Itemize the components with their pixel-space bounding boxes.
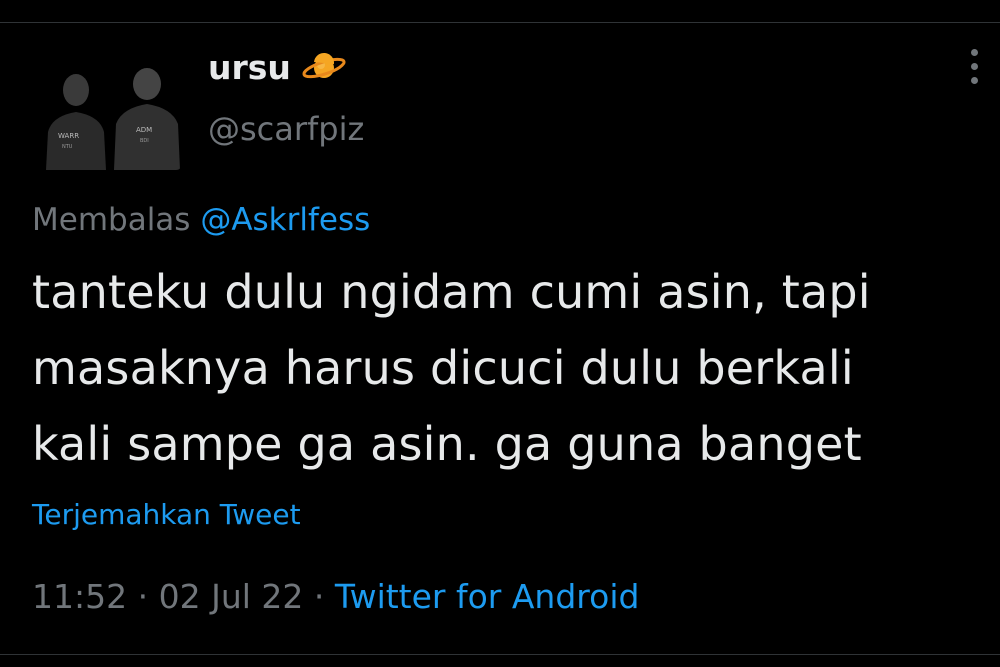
- meta-separator: ·: [137, 577, 149, 616]
- svg-text:NTU: NTU: [62, 144, 73, 150]
- svg-text:WARR: WARR: [58, 132, 79, 140]
- tweet-time[interactable]: 11:52: [32, 577, 127, 616]
- avatar-photo: WARR NTU ADM BDI: [32, 60, 182, 170]
- tweet-metadata: 11:52 · 02 Jul 22 · Twitter for Android: [32, 574, 639, 620]
- avatar[interactable]: WARR NTU ADM BDI: [32, 60, 182, 170]
- tweet-source-link[interactable]: Twitter for Android: [335, 577, 640, 616]
- tweet-text-line: masaknya harus dicuci dulu berkali: [32, 341, 854, 395]
- tweet-text: tanteku dulu ngidam cumi asin, tapi masa…: [32, 254, 982, 482]
- display-name[interactable]: ursu: [208, 46, 291, 90]
- tweet-text-line: kali sampe ga asin. ga guna banget: [32, 417, 862, 471]
- tweet-date[interactable]: 02 Jul 22: [159, 577, 304, 616]
- bottom-divider: [0, 654, 1000, 655]
- svg-text:BDI: BDI: [140, 138, 149, 144]
- top-divider: [0, 22, 1000, 23]
- more-icon-dot: [971, 63, 978, 70]
- reply-mention-link[interactable]: @Askrlfess: [200, 202, 370, 238]
- svg-text:ADM: ADM: [136, 126, 152, 134]
- more-options-button[interactable]: [960, 44, 990, 88]
- translate-tweet-link[interactable]: Terjemahkan Tweet: [32, 494, 301, 536]
- ringed-planet-icon: [300, 52, 348, 84]
- more-icon-dot: [971, 49, 978, 56]
- tweet-text-line: tanteku dulu ngidam cumi asin, tapi: [32, 265, 871, 319]
- more-icon-dot: [971, 77, 978, 84]
- replying-to-label: Membalas: [32, 202, 191, 238]
- meta-separator: ·: [313, 577, 325, 616]
- user-handle[interactable]: @scarfpiz: [208, 107, 364, 151]
- replying-to: Membalas @Askrlfess: [32, 198, 370, 242]
